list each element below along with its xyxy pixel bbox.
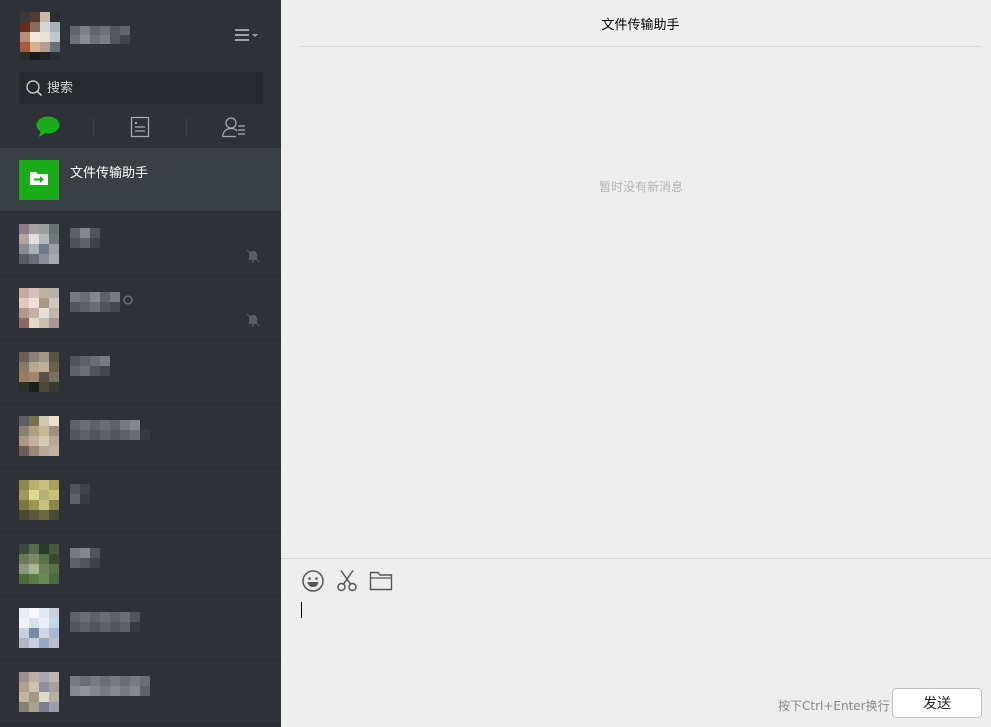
list-item[interactable]	[0, 212, 281, 276]
chat-header: 文件传输助手	[300, 0, 981, 47]
contact-name	[70, 420, 150, 442]
contact-name	[70, 612, 140, 634]
contact-name	[70, 676, 150, 698]
avatar	[19, 352, 59, 392]
nav-divider	[93, 118, 94, 136]
scissors-icon[interactable]	[335, 569, 359, 593]
chat-bubble-icon	[35, 116, 61, 142]
list-item[interactable]	[0, 596, 281, 660]
nav-divider	[186, 118, 187, 136]
contact-name	[70, 548, 100, 570]
search-icon	[25, 79, 43, 97]
mute-icon	[246, 248, 260, 263]
contact-name	[70, 292, 136, 314]
chat-panel: 文件传输助手 暂时没有新消息 按下Ctrl+Enter换行 发送	[281, 0, 991, 727]
list-item[interactable]	[0, 340, 281, 404]
avatar	[19, 160, 59, 200]
page-title: 文件传输助手	[601, 18, 680, 33]
avatar	[19, 480, 59, 520]
menu-icon[interactable]	[232, 26, 260, 44]
avatar	[19, 224, 59, 264]
list-item[interactable]	[0, 468, 281, 532]
list-item[interactable]	[0, 660, 281, 724]
tab-public-accounts[interactable]	[110, 110, 170, 148]
list-item[interactable]: 文件传输助手	[0, 148, 281, 212]
avatar	[19, 544, 59, 584]
avatar	[19, 672, 59, 712]
contact-name	[70, 356, 110, 378]
contact-list: 文件传输助手	[0, 148, 281, 727]
search-input[interactable]	[47, 72, 257, 104]
list-item[interactable]	[0, 404, 281, 468]
file-transfer-icon	[29, 170, 49, 190]
avatar	[19, 608, 59, 648]
contacts-icon	[221, 116, 247, 142]
send-button[interactable]: 发送	[892, 688, 982, 718]
article-icon	[130, 116, 150, 142]
avatar[interactable]	[20, 12, 60, 60]
contact-name	[70, 228, 100, 250]
contact-name: 文件传输助手	[70, 166, 149, 181]
send-hint: 按下Ctrl+Enter换行	[778, 699, 890, 713]
text-caret	[301, 602, 302, 618]
list-item[interactable]	[0, 532, 281, 596]
folder-icon[interactable]	[369, 569, 393, 593]
sidebar: 文件传输助手	[0, 0, 281, 727]
mute-icon	[246, 312, 260, 327]
profile-header	[0, 0, 281, 70]
emoji-icon[interactable]	[301, 569, 325, 593]
contact-name	[70, 484, 90, 506]
message-composer: 按下Ctrl+Enter换行 发送	[281, 558, 991, 727]
profile-name	[70, 26, 130, 44]
tab-chat[interactable]	[18, 110, 78, 148]
tab-contacts[interactable]	[204, 110, 264, 148]
avatar	[19, 288, 59, 328]
avatar	[19, 416, 59, 456]
message-input[interactable]	[300, 599, 970, 679]
nav-tabs	[0, 110, 281, 148]
empty-message: 暂时没有新消息	[598, 180, 683, 194]
list-item[interactable]	[0, 276, 281, 340]
search-box	[19, 72, 263, 104]
